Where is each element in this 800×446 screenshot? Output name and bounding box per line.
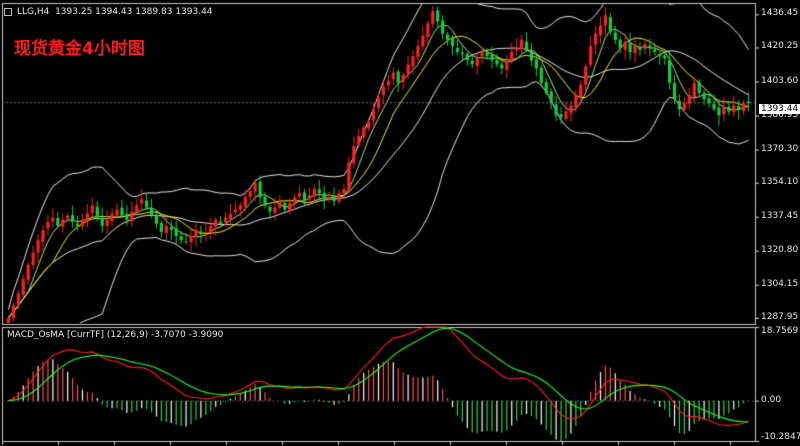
price-tick-label: 1420.25 [761, 41, 799, 52]
price-tick-label: 1337.45 [761, 210, 799, 221]
macd-tick-label: -10.2847 [761, 432, 800, 442]
price-tick-label: 1436.45 [761, 8, 799, 19]
chart-menu-icon[interactable] [4, 8, 12, 16]
macd-tick-label: 18.7569 [761, 326, 799, 336]
price-tick-label: 1304.15 [761, 278, 799, 289]
price-tick-label: 1287.95 [761, 311, 799, 322]
current-price-tag: 1393.44 [759, 104, 800, 114]
macd-tick-label: 0.00 [761, 394, 782, 405]
price-tick-label: 1320.80 [761, 244, 799, 255]
price-and-macd-chart [0, 0, 800, 446]
macd-label: MACD_OsMA [CurrTF] (12,26,9) -3.7070 -3.… [7, 330, 224, 340]
price-tick-label: 1403.60 [761, 75, 799, 86]
price-tick-label: 1370.30 [761, 143, 799, 154]
price-tick-label: 1354.10 [761, 176, 799, 187]
chart-title: 现货黄金4小时图 [14, 39, 145, 59]
symbol-info: LLG,H4 1393.25 1394.43 1389.83 1393.44 [17, 7, 213, 17]
